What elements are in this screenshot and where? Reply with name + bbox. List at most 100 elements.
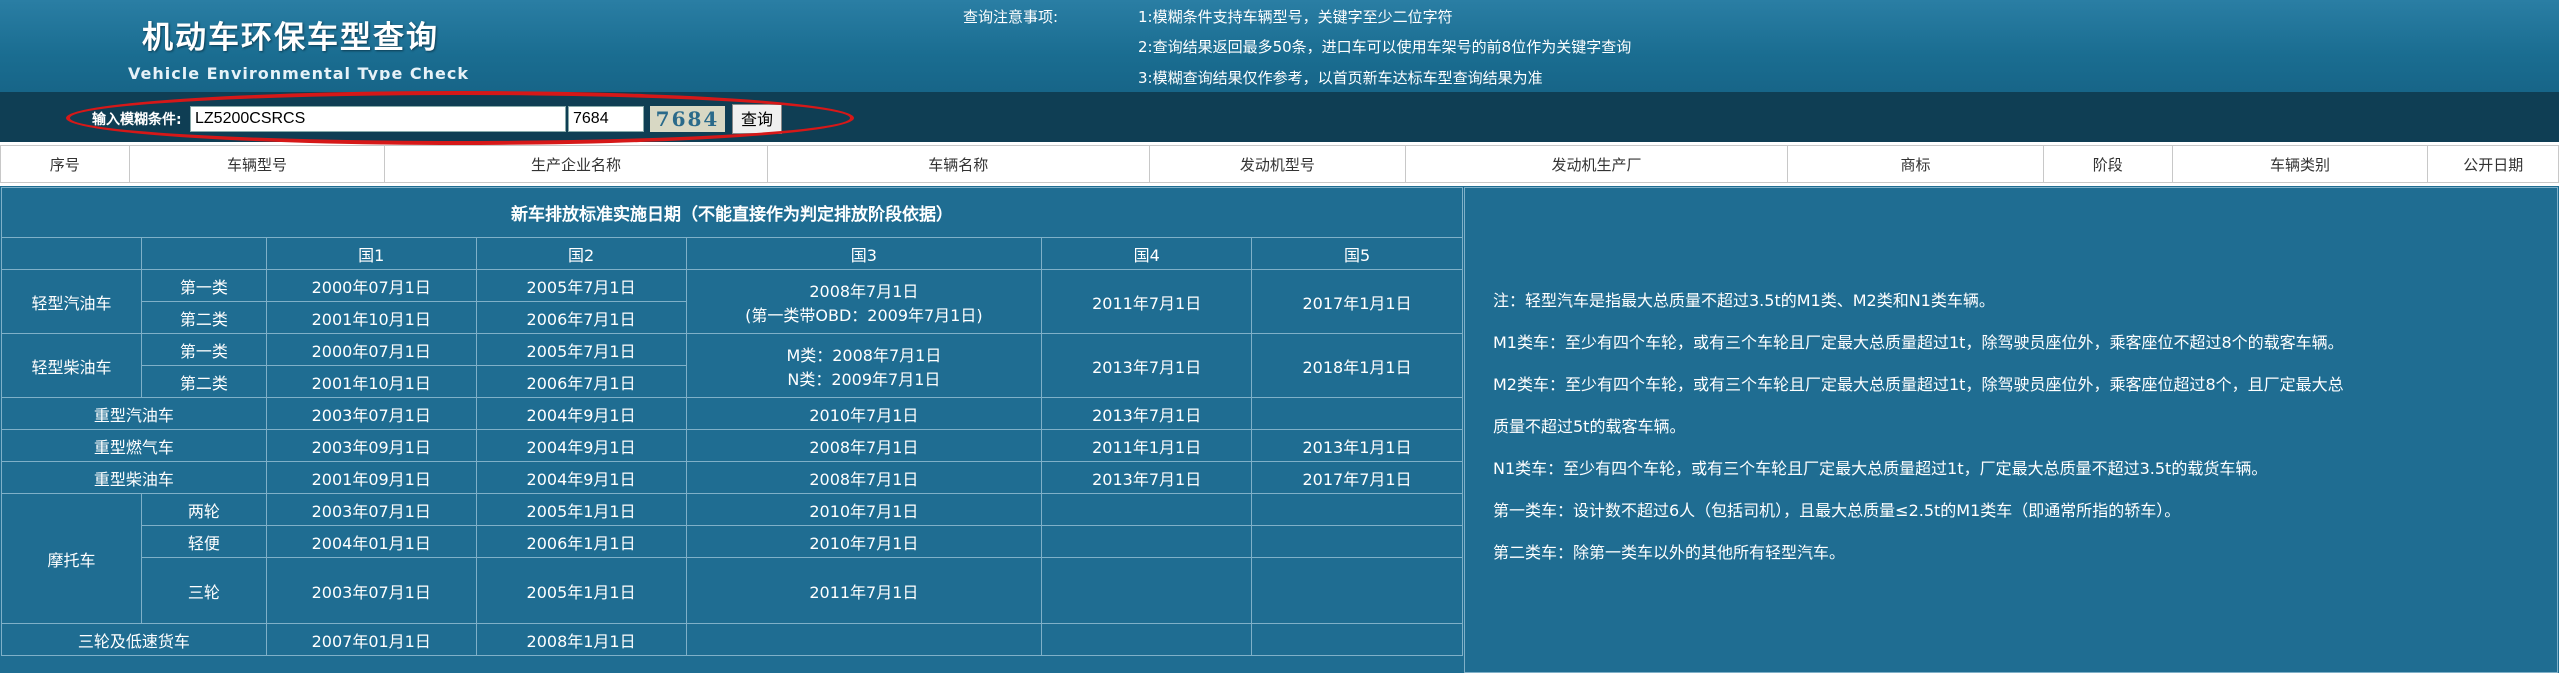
- note-line: 第一类车：设计数不超过6人（包括司机），且最大总质量≤2.5t的M1类车（即通常…: [1493, 501, 2181, 520]
- empty-cell: [1, 237, 142, 270]
- note-line: N1类车：至少有四个车轮，或有三个车轮且厂定最大总质量超过1t，厂定最大总质量不…: [1493, 459, 2268, 478]
- date-cell: 2006年1月1日: [475, 525, 687, 558]
- empty-cell: [1041, 557, 1253, 624]
- stage-header: 国3: [685, 237, 1043, 270]
- date-cell: 2013年7月1日: [1041, 461, 1253, 494]
- stage-header: 国1: [265, 237, 477, 270]
- column-header: 生产企业名称: [384, 145, 768, 183]
- class-label: 两轮: [140, 493, 267, 526]
- column-header: 阶段: [2042, 145, 2173, 183]
- date-cell: 2000年07月1日: [265, 269, 477, 302]
- class-label: 轻便: [140, 525, 267, 558]
- date-cell: 2011年7月1日: [685, 557, 1043, 624]
- date-cell: 2008年7月1日: [685, 429, 1043, 462]
- column-header: 发动机生产厂: [1404, 145, 1789, 183]
- date-cell: 2006年7月1日: [475, 365, 687, 398]
- date-cell: 2006年7月1日: [475, 301, 687, 334]
- date-cell: 2011年7月1日: [1041, 269, 1253, 334]
- standards-title: 新车排放标准实施日期（不能直接作为判定排放阶段依据）: [1, 187, 1463, 238]
- date-cell: 2003年07月1日: [265, 493, 477, 526]
- date-cell: 2010年7月1日: [685, 525, 1043, 558]
- date-cell: 2005年7月1日: [475, 333, 687, 366]
- vehicle-type-label: 轻型汽油车: [1, 269, 142, 334]
- page-title: 机动车环保车型查询: [142, 20, 439, 56]
- empty-cell: [140, 237, 267, 270]
- date-cell: [1251, 397, 1463, 430]
- date-line: N类：2009年7月1日: [787, 369, 941, 389]
- notice-item: 1:模糊条件支持车辆型号，关键字至少二位字符: [1138, 8, 1453, 26]
- column-header: 商标: [1787, 145, 2044, 183]
- column-header: 序号: [0, 145, 130, 183]
- class-label: 第二类: [140, 301, 267, 334]
- note-line: 质量不超过5t的载客车辆。: [1493, 417, 1686, 436]
- date-cell: 2005年1月1日: [475, 493, 687, 526]
- date-cell: 2001年09月1日: [265, 461, 477, 494]
- date-line: M类：2008年7月1日: [786, 345, 942, 365]
- class-label: 第二类: [140, 365, 267, 398]
- stage-header: 国4: [1041, 237, 1253, 270]
- date-cell: M类：2008年7月1日 N类：2009年7月1日: [685, 333, 1043, 398]
- date-cell: 2004年9月1日: [475, 429, 687, 462]
- results-table: 序号 车辆型号 生产企业名称 车辆名称 发动机型号 发动机生产厂 商标 阶段 车…: [0, 145, 2559, 183]
- page-header: 机动车环保车型查询 Vehicle Environmental Type Che…: [0, 0, 2559, 92]
- date-cell: 2000年07月1日: [265, 333, 477, 366]
- notice-item: 3:模糊查询结果仅作参考，以首页新车达标车型查询结果为准: [1138, 69, 1543, 87]
- class-label: 第一类: [140, 269, 267, 302]
- date-line: 2008年7月1日: [809, 281, 919, 301]
- date-cell: 2010年7月1日: [685, 397, 1043, 430]
- page-subtitle: Vehicle Environmental Type Check: [128, 64, 469, 80]
- column-header: 车辆类别: [2171, 145, 2429, 183]
- empty-cell: [1251, 525, 1463, 558]
- results-header-row: 序号 车辆型号 生产企业名称 车辆名称 发动机型号 发动机生产厂 商标 阶段 车…: [0, 145, 2559, 183]
- vehicle-type-label: 重型燃气车: [1, 429, 267, 462]
- date-cell: 2013年1月1日: [1251, 429, 1463, 462]
- date-cell: 2011年1月1日: [1041, 429, 1253, 462]
- empty-cell: [1251, 493, 1463, 526]
- notes-panel: 注：轻型汽车是指最大总质量不超过3.5t的M1类、M2类和N1类车辆。 M1类车…: [1464, 187, 2558, 673]
- column-header: 发动机型号: [1148, 145, 1406, 183]
- notice-label: 查询注意事项:: [963, 8, 1059, 26]
- vehicle-type-label: 重型汽油车: [1, 397, 267, 430]
- note-line: 第二类车：除第一类车以外的其他所有轻型汽车。: [1493, 543, 1846, 562]
- vehicle-type-label: 重型柴油车: [1, 461, 267, 494]
- red-highlight-ellipse: [66, 91, 854, 145]
- date-cell: 2004年9月1日: [475, 397, 687, 430]
- note-line: M2类车：至少有四个车轮，或有三个车轮且厂定最大总质量超过1t，除驾驶员座位外，…: [1493, 375, 2344, 394]
- empty-cell: [1251, 557, 1463, 624]
- date-cell: 2010年7月1日: [685, 493, 1043, 526]
- date-cell: 2013年7月1日: [1041, 333, 1253, 398]
- stage-header: 国2: [475, 237, 687, 270]
- empty-cell: [1251, 623, 1463, 656]
- date-cell: 2017年1月1日: [1251, 269, 1463, 334]
- standards-panel: 新车排放标准实施日期（不能直接作为判定排放阶段依据） 国1 国2 国3 国4 国…: [0, 186, 2559, 673]
- date-cell: 2004年9月1日: [475, 461, 687, 494]
- class-label: 第一类: [140, 333, 267, 366]
- empty-cell: [685, 623, 1043, 656]
- date-cell: 2004年01月1日: [265, 525, 477, 558]
- stage-header: 国5: [1251, 237, 1463, 270]
- column-header: 公开日期: [2427, 145, 2559, 183]
- date-cell: 2017年7月1日: [1251, 461, 1463, 494]
- note-line: 注：轻型汽车是指最大总质量不超过3.5t的M1类、M2类和N1类车辆。: [1493, 291, 1995, 310]
- vehicle-type-label: 轻型柴油车: [1, 333, 142, 398]
- empty-cell: [1041, 623, 1253, 656]
- date-cell: 2001年10月1日: [265, 365, 477, 398]
- date-cell: 2008年1月1日: [475, 623, 687, 656]
- emission-standards-table: 新车排放标准实施日期（不能直接作为判定排放阶段依据） 国1 国2 国3 国4 国…: [1, 187, 1463, 656]
- class-label: 三轮: [140, 557, 267, 624]
- date-cell: 2003年09月1日: [265, 429, 477, 462]
- date-cell: 2007年01月1日: [265, 623, 477, 656]
- date-cell: 2005年1月1日: [475, 557, 687, 624]
- vehicle-type-label: 三轮及低速货车: [1, 623, 267, 656]
- empty-cell: [1041, 525, 1253, 558]
- date-line: (第一类带OBD：2009年7月1日): [745, 305, 983, 325]
- column-header: 车辆型号: [128, 145, 386, 183]
- date-cell: 2013年7月1日: [1041, 397, 1253, 430]
- empty-cell: [1041, 493, 1253, 526]
- date-cell: 2008年7月1日: [685, 461, 1043, 494]
- column-header: 车辆名称: [766, 145, 1150, 183]
- date-cell: 2003年07月1日: [265, 397, 477, 430]
- notice-item: 2:查询结果返回最多50条，进口车可以使用车架号的前8位作为关键字查询: [1138, 38, 1632, 56]
- date-cell: 2003年07月1日: [265, 557, 477, 624]
- date-cell: 2008年7月1日 (第一类带OBD：2009年7月1日): [685, 269, 1043, 334]
